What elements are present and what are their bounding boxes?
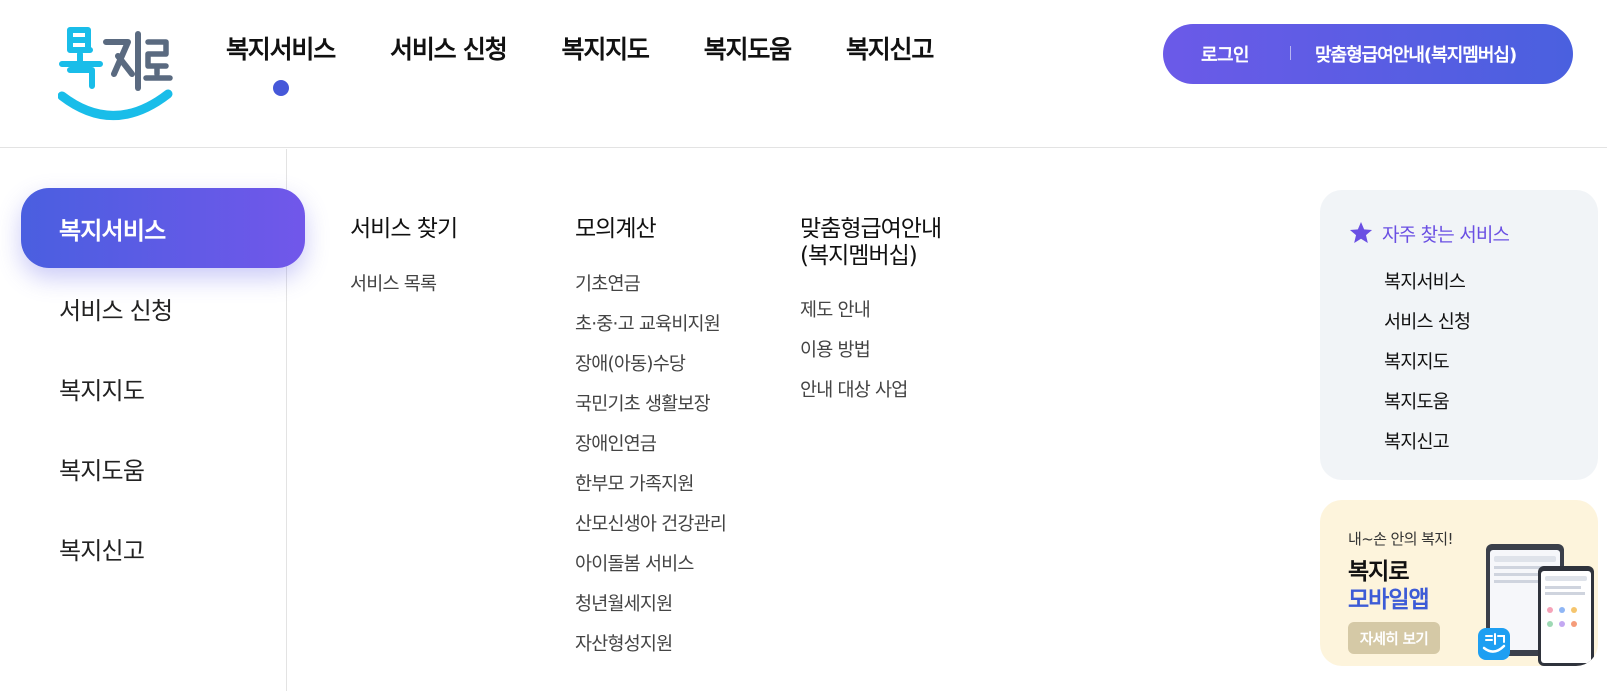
gnb-item-label: 복지지도 [561,35,650,64]
star-icon [1349,221,1373,243]
global-nav: 복지서비스 서비스 신청 복지지도 복지도움 복지신고 [226,30,988,96]
gnb-item-welfare-service[interactable]: 복지서비스 [226,30,336,96]
submenu-link[interactable]: 기초연금 [575,270,641,296]
gnb-item-welfare-map[interactable]: 복지지도 [561,30,650,66]
view-details-button[interactable]: 자세히 보기 [1348,622,1440,654]
column-title-mock-calculation: 모의계산 [575,216,657,242]
gnb-item-label: 복지서비스 [226,35,336,64]
submenu-link[interactable]: 자산형성지원 [575,630,673,656]
side-menu-item-welfare-report[interactable]: 복지신고 [21,508,305,588]
column-title-service-search: 서비스 찾기 [350,216,458,242]
submenu-link[interactable]: 초·중·고 교육비지원 [575,310,721,336]
column-title-line: (복지멤버십) [800,243,918,269]
submenu-link[interactable]: 이용 방법 [800,336,871,362]
frequent-link[interactable]: 복지지도 [1384,348,1450,374]
frequent-link[interactable]: 복지신고 [1384,428,1450,454]
gnb-item-welfare-help[interactable]: 복지도움 [703,30,792,66]
submenu-link[interactable]: 아이돌봄 서비스 [575,550,694,576]
side-menu-item-service-apply[interactable]: 서비스 신청 [21,268,305,348]
membership-button[interactable]: 맞춤형급여안내(복지멤버십) [1315,41,1517,67]
frequent-services-panel: 자주 찾는 서비스 복지서비스 서비스 신청 복지지도 복지도움 복지신고 [1320,190,1598,480]
app-banner-title-highlight: 모바일앱 [1348,587,1430,613]
side-menu-item-welfare-map[interactable]: 복지지도 [21,348,305,428]
submenu-link[interactable]: 국민기초 생활보장 [575,390,711,416]
frequent-link[interactable]: 서비스 신청 [1384,308,1471,334]
active-indicator-dot [272,80,289,96]
submenu-link[interactable]: 한부모 가족지원 [575,470,694,496]
gnb-item-label: 복지신고 [845,35,934,64]
submenu-link[interactable]: 안내 대상 사업 [800,376,908,402]
submenu-link[interactable]: 장애인연금 [575,430,657,456]
side-menu-item-welfare-help[interactable]: 복지도움 [21,428,305,508]
submenu-link[interactable]: 청년월세지원 [575,590,673,616]
gnb-item-label: 서비스 신청 [390,35,508,64]
site-header: 복지서비스 서비스 신청 복지지도 복지도움 복지신고 로그인 맞춤형급여안내(… [0,0,1607,148]
mobile-app-banner[interactable]: 내~손 안의 복지! 복지로 모바일앱 자세히 보기 [1320,500,1598,666]
submenu-link[interactable]: 제도 안내 [800,296,871,322]
app-phones-illustration [1478,544,1594,666]
frequent-link[interactable]: 복지도움 [1384,388,1450,414]
frequent-services-title: 자주 찾는 서비스 [1382,224,1510,246]
login-button[interactable]: 로그인 [1201,41,1249,67]
frequent-link[interactable]: 복지서비스 [1384,268,1466,294]
column-title-membership: 맞춤형급여안내 (복지멤버십) [800,216,942,270]
submenu-link[interactable]: 산모신생아 건강관리 [575,510,727,536]
pill-divider [1290,46,1291,60]
app-banner-subtitle: 내~손 안의 복지! [1348,530,1454,548]
submenu-link[interactable]: 장애(아동)수당 [575,350,686,376]
gnb-item-welfare-report[interactable]: 복지신고 [845,30,934,66]
user-action-pill: 로그인 맞춤형급여안내(복지멤버십) [1163,24,1573,84]
column-title-line: 맞춤형급여안내 [800,216,942,242]
gnb-item-label: 복지도움 [703,35,792,64]
submenu-link[interactable]: 서비스 목록 [350,270,437,296]
side-menu-item-welfare-service[interactable]: 복지서비스 [21,188,305,268]
bokjiro-logo[interactable] [58,20,174,128]
gnb-item-service-apply[interactable]: 서비스 신청 [390,30,508,66]
